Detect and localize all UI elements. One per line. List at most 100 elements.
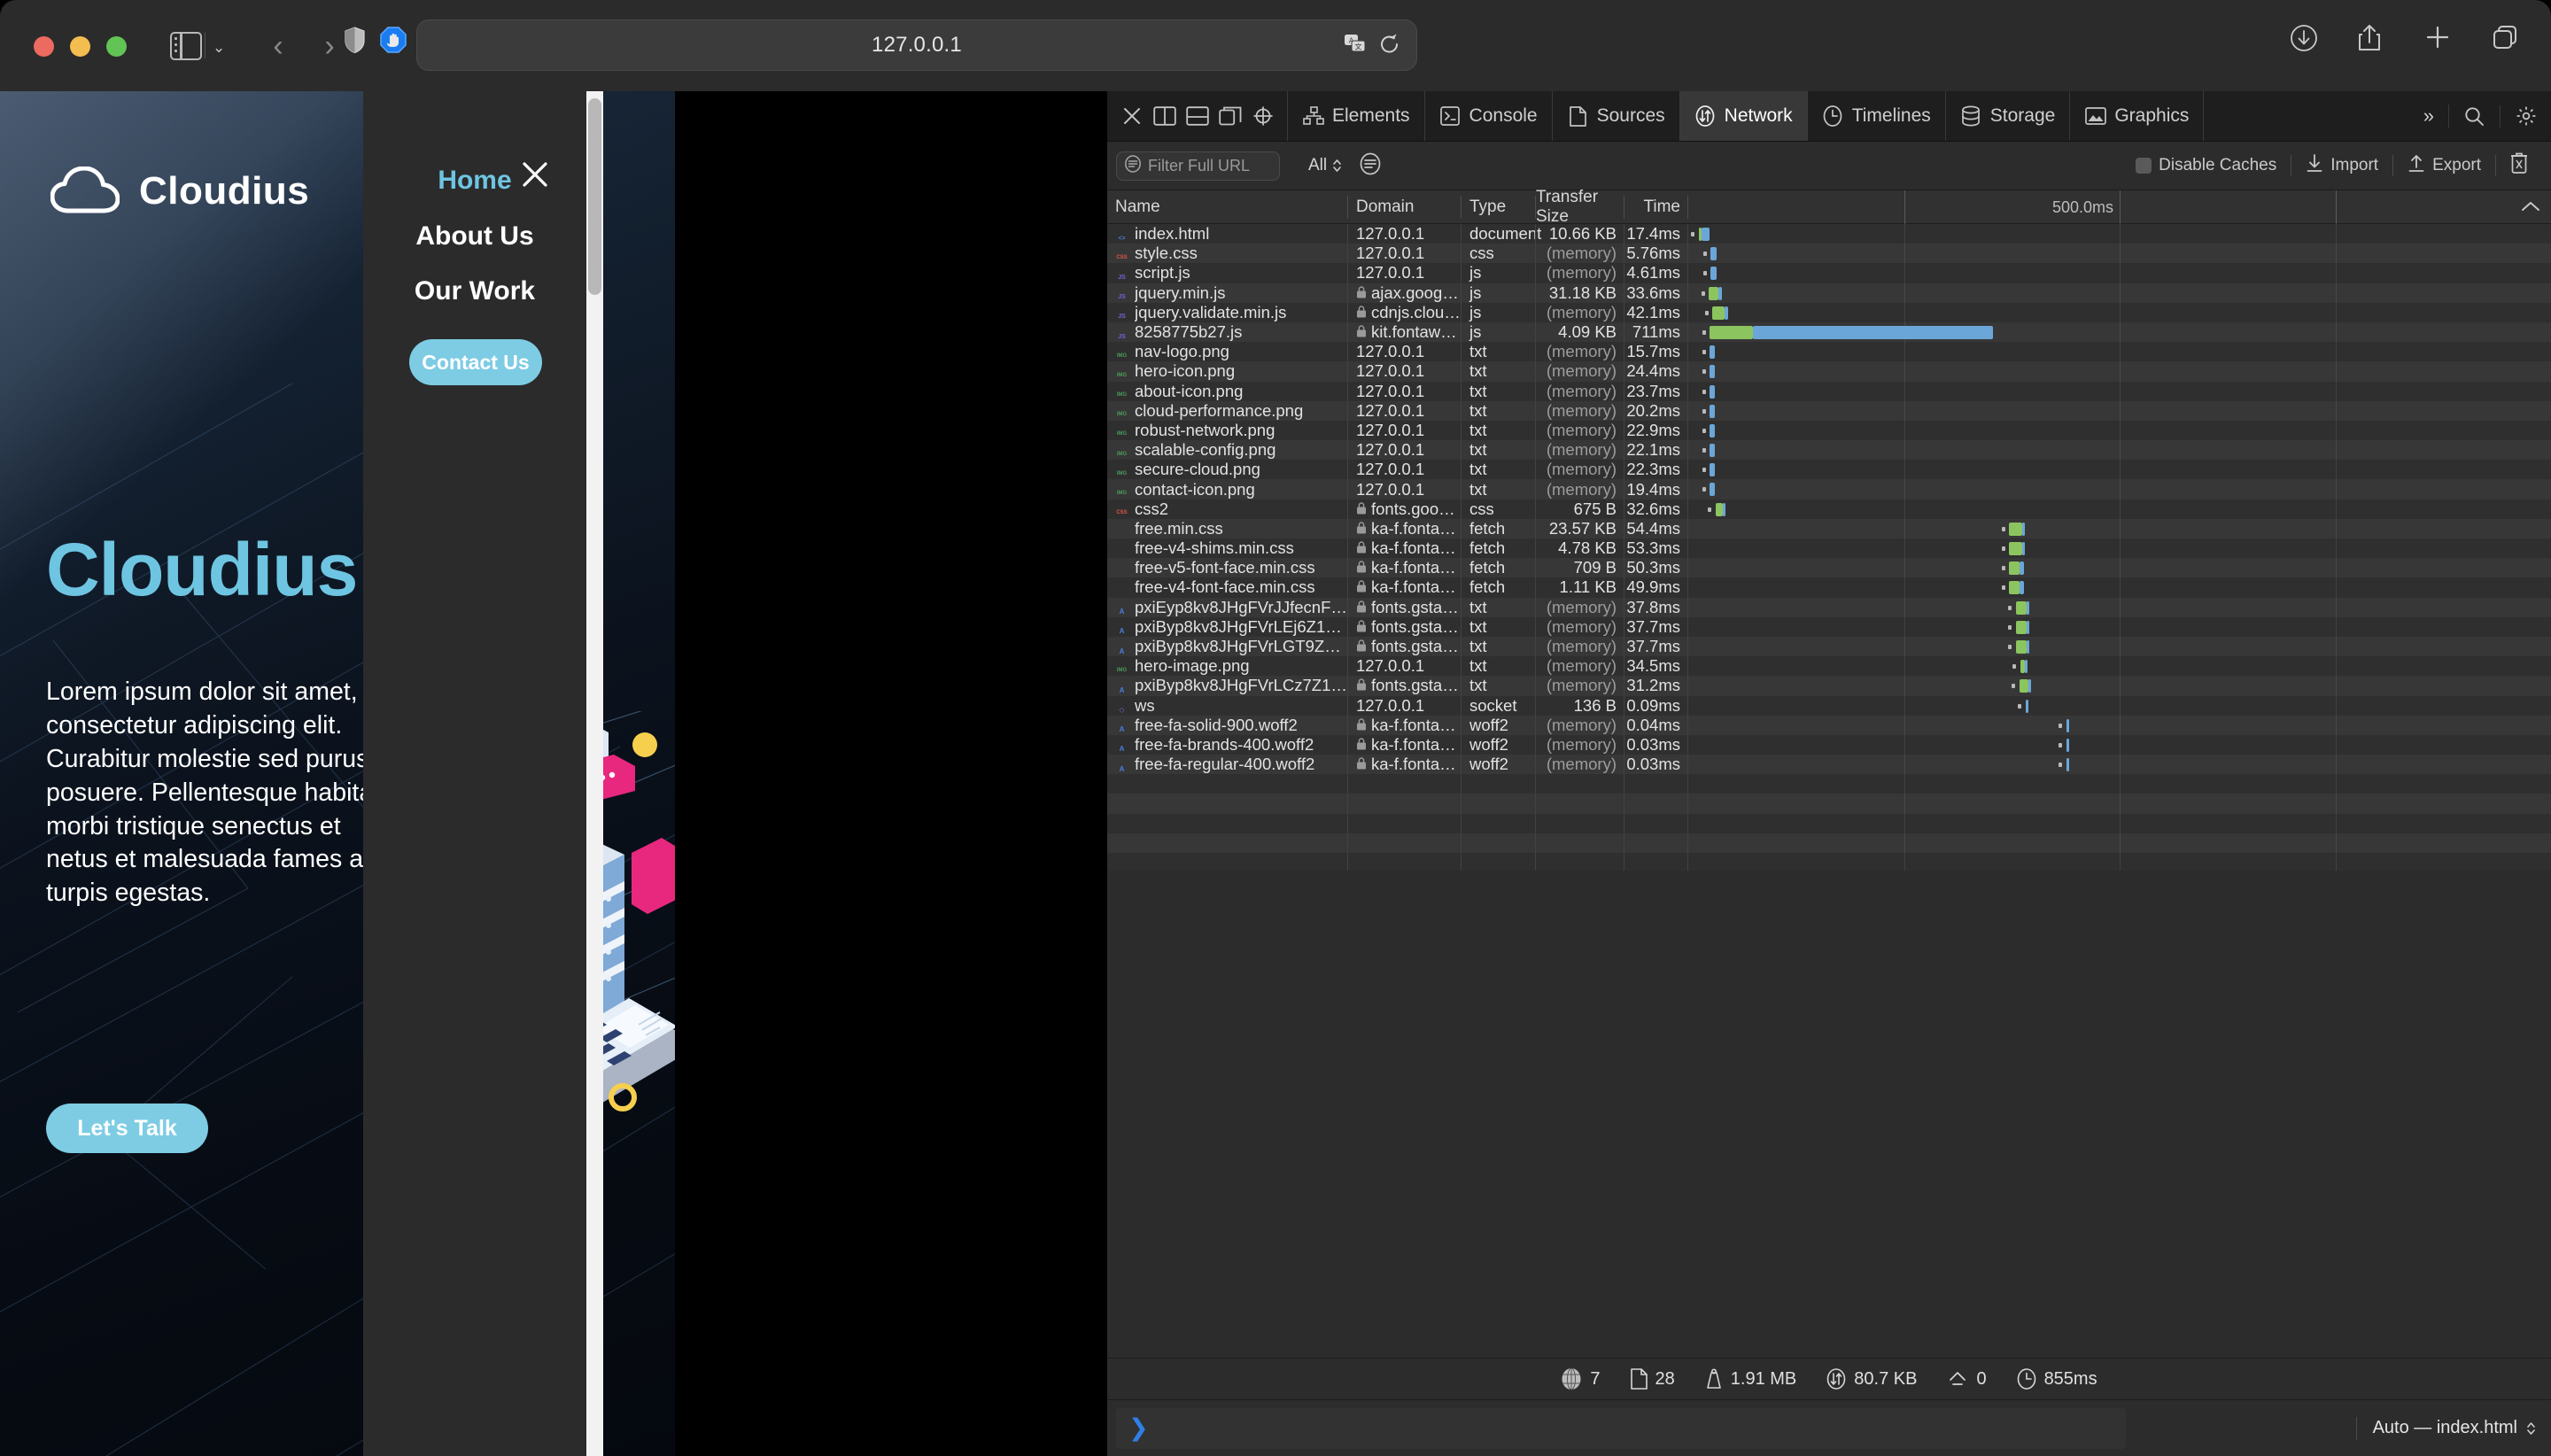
share-icon[interactable] [2356,23,2386,53]
console-input[interactable]: ❯ [1116,1408,2126,1449]
dock-bottom-icon[interactable] [1185,105,1209,128]
back-button[interactable]: ‹ [266,28,291,64]
table-row[interactable]: ApxiByp8kv8JHgFVrLEj6Z1xlFd2JQEk.wo...fo… [1107,617,2551,637]
table-row[interactable]: IMGsecure-cloud.png127.0.0.1txt(memory)2… [1107,460,2551,479]
column-header-type[interactable]: Type [1462,190,1536,224]
request-size: 31.18 KB [1549,283,1617,303]
tab-elements[interactable]: Elements [1288,91,1425,141]
sidebar-toggle-icon[interactable] [170,32,202,60]
tab-console[interactable]: Console [1425,91,1553,141]
translate-icon[interactable]: A文 [1344,34,1367,59]
filter-url-input[interactable]: Filter Full URL [1116,151,1280,181]
dock-right-icon[interactable] [1152,105,1176,128]
column-header-name[interactable]: Name [1107,190,1348,224]
disable-caches-checkbox[interactable] [2136,158,2152,174]
table-row[interactable]: IMGhero-icon.png127.0.0.1txt(memory)24.4… [1107,361,2551,381]
request-type: txt [1469,421,1487,440]
page-scrollbar[interactable] [586,91,603,1456]
table-row[interactable]: IMGabout-icon.png127.0.0.1txt(memory)23.… [1107,382,2551,401]
clear-network-button[interactable] [2496,152,2542,179]
table-row[interactable]: CSSstyle.css127.0.0.1css(memory)5.76ms [1107,244,2551,263]
new-tab-icon[interactable] [2423,23,2454,53]
table-row[interactable]: ApxiEyp8kv8JHgFVrJJfecnFHGPc.woff2fonts.… [1107,598,2551,617]
nav-item-home[interactable]: Home [363,166,586,196]
nav-item-our-work[interactable]: Our Work [363,276,586,306]
table-filler-row [1107,833,2551,853]
waterfall-bar-blue [2066,758,2069,771]
request-type: fetch [1469,538,1505,558]
chevron-up-icon[interactable] [2521,199,2540,217]
maximize-window-button[interactable] [106,36,127,57]
column-header-time[interactable]: Time [1624,190,1688,224]
tab-storage[interactable]: Storage [1946,91,2071,141]
table-row[interactable]: ApxiByp8kv8JHgFVrLCz7Z1xlFd2JQEk.w...fon… [1107,676,2551,695]
column-header-transfer-size[interactable]: Transfer Size [1536,190,1624,224]
tab-graphics[interactable]: Graphics [2070,91,2204,141]
group-filter-icon[interactable] [1359,152,1382,180]
table-row[interactable]: IMGcloud-performance.png127.0.0.1txt(mem… [1107,401,2551,421]
inspector-search-button[interactable] [2449,105,2501,128]
request-size: 23.57 KB [1549,519,1617,538]
tab-overview-icon[interactable] [2491,23,2521,53]
minimize-window-button[interactable] [70,36,90,57]
cell-type: txt [1462,656,1536,676]
table-row[interactable]: IMGrobust-network.png127.0.0.1txt(memory… [1107,421,2551,440]
table-row[interactable]: IMGhero-image.png127.0.0.1txt(memory)34.… [1107,656,2551,676]
execution-context-select[interactable]: Auto — index.html [2373,1418,2537,1438]
table-row[interactable]: Afree-fa-brands-400.woff2ka-f.fontaweso.… [1107,735,2551,755]
resource-type-select[interactable]: All [1308,156,1343,175]
lets-talk-button[interactable]: Let's Talk [46,1104,208,1153]
cell-domain: fonts.googleapi... [1348,500,1462,519]
tab-network[interactable]: Network [1680,91,1808,141]
reload-icon[interactable] [1379,33,1400,60]
inspect-element-icon[interactable] [1251,105,1275,128]
table-row[interactable]: JS8258775b27.jskit.fontawesom...js4.09 K… [1107,322,2551,342]
table-row[interactable]: IMGcontact-icon.png127.0.0.1txt(memory)1… [1107,479,2551,499]
forward-button[interactable]: › [317,28,342,64]
table-row[interactable]: JSscript.js127.0.0.1js(memory)4.61ms [1107,263,2551,283]
tab-sources[interactable]: Sources [1553,91,1680,141]
disable-caches-toggle[interactable]: Disable Caches [2121,156,2291,175]
cell-transfer-size: (memory) [1536,361,1624,381]
tab-timelines[interactable]: Timelines [1808,91,1946,141]
close-icon[interactable] [521,160,549,189]
table-row[interactable]: Afree-fa-regular-400.woff2ka-f.fontaweso… [1107,755,2551,774]
column-header-domain[interactable]: Domain [1348,190,1462,224]
stop-hand-extension-icon[interactable] [380,27,407,53]
contact-us-button[interactable]: Contact Us [409,339,542,385]
table-row[interactable]: ApxiByp8kv8JHgFVrLGT9Z1xlFd2JQEk.w...fon… [1107,637,2551,656]
close-window-button[interactable] [34,36,54,57]
address-bar[interactable]: 127.0.0.1 A文 [416,19,1417,71]
request-name: cloud-performance.png [1135,401,1303,421]
import-button[interactable]: Import [2291,153,2392,178]
table-row[interactable]: CSScss2fonts.googleapi...css675 B32.6ms [1107,500,2551,519]
network-request-list[interactable]: <>index.html127.0.0.1document10.66 KB17.… [1107,224,2551,871]
waterfall-bar-blue [1710,345,1715,359]
undock-window-icon[interactable] [1218,105,1242,128]
table-row[interactable]: IMGnav-logo.png127.0.0.1txt(memory)15.7m… [1107,342,2551,361]
close-inspector-icon[interactable] [1120,105,1144,128]
request-size: (memory) [1547,637,1617,656]
shield-icon[interactable] [345,27,365,53]
summary-cached: 0 [1947,1369,1986,1390]
table-row[interactable]: IMGscalable-config.png127.0.0.1txt(memor… [1107,440,2551,460]
downloads-icon[interactable] [2289,23,2319,53]
inspector-settings-button[interactable] [2501,105,2551,128]
tab-overflow-button[interactable]: » [2409,105,2449,128]
table-row[interactable]: free-v4-shims.min.csska-f.fontaweso...fe… [1107,538,2551,558]
export-button[interactable]: Export [2393,153,2495,178]
waterfall-bar-green [2009,523,2022,536]
table-row[interactable]: JSjquery.min.jsajax.googleapis...js31.18… [1107,283,2551,303]
table-row[interactable]: JSjquery.validate.min.jscdnjs.cloudflar.… [1107,303,2551,322]
site-logo[interactable]: Cloudius [50,167,309,216]
page-scrollbar-thumb[interactable] [588,98,601,295]
table-row[interactable]: free-v4-font-face.min.csska-f.fontaweso.… [1107,577,2551,597]
cell-waterfall [1688,598,2551,617]
table-row[interactable]: free-v5-font-face.min.csska-f.fontaweso.… [1107,558,2551,577]
chevron-down-icon[interactable]: ⌄ [213,39,225,57]
nav-item-about-us[interactable]: About Us [363,221,586,252]
table-row[interactable]: ◇ws127.0.0.1socket136 B0.09ms [1107,696,2551,716]
table-row[interactable]: free.min.csska-f.fontaweso...fetch23.57 … [1107,519,2551,538]
table-row[interactable]: <>index.html127.0.0.1document10.66 KB17.… [1107,224,2551,244]
table-row[interactable]: Afree-fa-solid-900.woff2ka-f.fontaweso..… [1107,716,2551,735]
